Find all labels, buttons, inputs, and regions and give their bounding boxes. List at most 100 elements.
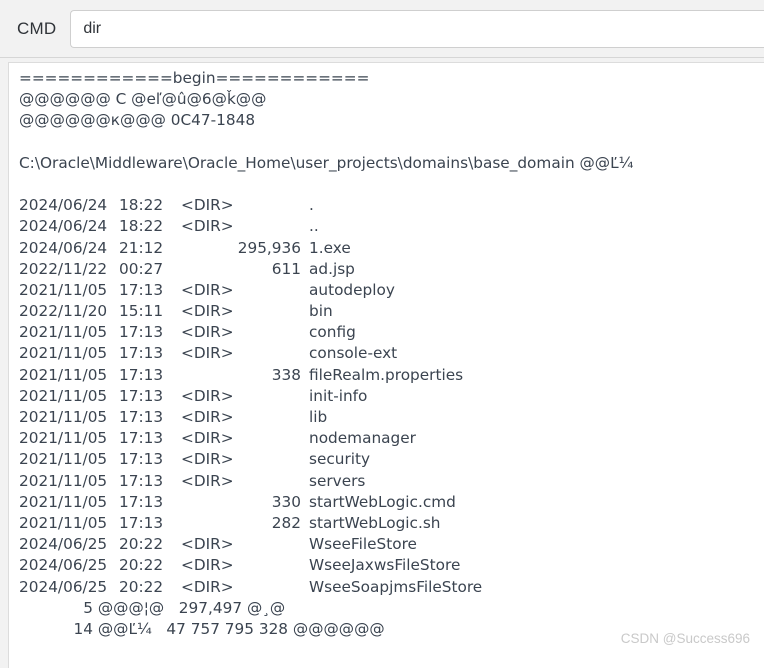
entry-date: 2024/06/24 [19, 217, 108, 236]
entry-date: 2021/11/05 [19, 365, 108, 384]
entry-date: 2021/11/05 [19, 408, 108, 426]
summary-dirs-line-label: @@Ľ¼ [93, 619, 152, 638]
entry-size: 611 [271, 259, 301, 278]
entry-time: 17:13 [119, 471, 164, 490]
entry-name: bin [309, 302, 333, 321]
summary-files-line: 5 @@@¦@ 297,497 @¸@ [19, 598, 764, 619]
csdn-watermark: CSDN @Success696 [620, 631, 750, 646]
directory-entry-row: 2024/06/25 20:22 <DIR> WseeFileStore [19, 534, 764, 555]
output-spacer-line-2 [19, 174, 764, 195]
entry-name: config [309, 323, 356, 342]
directory-entry-row: 2021/11/05 17:13 <DIR> security [19, 449, 764, 470]
summary-dirs-line-unit: @@@@@@ [288, 619, 385, 638]
entry-date: 2021/11/05 [19, 323, 108, 342]
entry-dir-marker: <DIR> [181, 323, 234, 342]
entry-size: 330 [271, 492, 301, 511]
entry-time: 20:22 [119, 556, 164, 575]
directory-entry-row: 2021/11/05 17:13 <DIR> lib [19, 407, 764, 428]
entry-dir-marker: <DIR> [181, 217, 234, 236]
entry-name: 1.exe [309, 238, 351, 257]
entry-name: .. [309, 217, 319, 236]
command-output-text: ============begin============ @@@@@@ C @e… [9, 63, 764, 640]
summary-files-line-count: 5 [83, 598, 93, 617]
entry-dir-marker: <DIR> [181, 280, 234, 299]
entry-time: 17:13 [119, 344, 164, 363]
entry-date: 2024/06/25 [19, 535, 108, 554]
output-banner-line: ============begin============ [19, 69, 370, 87]
command-output-panel[interactable]: ============begin============ @@@@@@ C @e… [8, 62, 764, 668]
entry-date: 2021/11/05 [19, 280, 108, 299]
entry-dir-marker: <DIR> [181, 408, 234, 426]
directory-entry-row: 2022/11/20 15:11 <DIR> bin [19, 301, 764, 322]
entry-date: 2022/11/22 [19, 259, 108, 278]
entry-name: fileRealm.properties [309, 365, 464, 384]
entry-date: 2021/11/05 [19, 344, 108, 363]
directory-entry-row: 2024/06/25 20:22 <DIR> WseeJaxwsFileStore [19, 555, 764, 576]
entry-name: . [309, 196, 314, 215]
directory-entry-row: 2021/11/05 17:13 <DIR> init-info [19, 386, 764, 407]
entry-time: 17:13 [119, 386, 164, 405]
directory-entry-row: 2024/06/25 20:22 <DIR> WseeSoapjmsFileStore [19, 577, 764, 598]
directory-entry-row: 2024/06/24 18:22 <DIR>. [19, 195, 764, 216]
entry-name: lib [309, 408, 328, 426]
entry-dir-marker: <DIR> [181, 302, 234, 321]
entry-dir-marker: <DIR> [181, 386, 234, 405]
entry-date: 2024/06/24 [19, 238, 108, 257]
entry-time: 18:22 [119, 217, 164, 236]
entry-name: WseeSoapjmsFileStore [309, 577, 483, 596]
entry-name: WseeJaxwsFileStore [309, 556, 461, 575]
entry-dir-marker: <DIR> [181, 535, 234, 554]
entry-size: 295,936 [237, 238, 301, 257]
entry-time: 18:22 [119, 196, 164, 215]
entry-time: 17:13 [119, 408, 164, 426]
summary-dirs-line-count: 14 [73, 619, 93, 638]
directory-entry-row: 2021/11/05 17:13 <DIR> config [19, 322, 764, 343]
entry-time: 20:22 [119, 535, 164, 554]
entry-dir-marker: <DIR> [181, 577, 234, 596]
directory-entry-row: 2021/11/05 17:13 <DIR> servers [19, 471, 764, 492]
entry-date: 2021/11/05 [19, 386, 108, 405]
entry-date: 2024/06/25 [19, 577, 108, 596]
entry-name: init-info [309, 386, 368, 405]
entry-name: ad.jsp [309, 259, 355, 278]
entry-time: 17:13 [119, 280, 164, 299]
entry-time: 15:11 [119, 302, 164, 321]
entry-name: servers [309, 471, 366, 490]
entry-name: startWebLogic.cmd [309, 492, 456, 511]
entry-time: 17:13 [119, 492, 164, 511]
output-spacer-line-1 [19, 132, 764, 153]
directory-entry-row: 2024/06/24 18:22 <DIR>.. [19, 216, 764, 237]
directory-entry-row: 2021/11/05 17:13 330 startWebLogic.cmd [19, 492, 764, 513]
summary-files-line-unit: @¸@ [242, 598, 286, 617]
summary-files-line-label: @@@¦@ [93, 598, 165, 617]
entry-size: 338 [271, 365, 301, 384]
output-volume-serial-line: @@@@@@к@@@ 0C47-1848 [19, 111, 256, 130]
directory-entry-row: 2021/11/05 17:13 <DIR> console-ext [19, 343, 764, 364]
directory-entry-row: 2022/11/22 00:27 611 ad.jsp [19, 259, 764, 280]
entry-time: 17:13 [119, 429, 164, 448]
entry-name: security [309, 450, 371, 469]
directory-entry-row: 2021/11/05 17:13 <DIR> autodeploy [19, 280, 764, 301]
entry-date: 2021/11/05 [19, 429, 108, 448]
cmd-tool-window: CMD ============begin============ @@@@@@ … [0, 0, 764, 668]
summary-dirs-line-bytes: 47 757 795 328 [151, 619, 289, 638]
entry-time: 20:22 [119, 577, 164, 596]
summary-files-line-bytes: 297,497 [164, 598, 243, 617]
entry-date: 2024/06/24 [19, 196, 108, 215]
entry-name: console-ext [309, 344, 398, 363]
entry-time: 17:13 [119, 323, 164, 342]
entry-dir-marker: <DIR> [181, 471, 234, 490]
directory-entry-row: 2021/11/05 17:13 282 startWebLogic.sh [19, 513, 764, 534]
entry-time: 17:13 [119, 450, 164, 469]
output-path-line: C:\Oracle\Middleware\Oracle_Home\user_pr… [19, 153, 634, 172]
entry-time: 21:12 [119, 238, 164, 257]
entry-name: WseeFileStore [309, 535, 417, 554]
entry-dir-marker: <DIR> [181, 556, 234, 575]
entry-date: 2021/11/05 [19, 492, 108, 511]
entry-dir-marker: <DIR> [181, 196, 234, 215]
entry-date: 2021/11/05 [19, 513, 108, 532]
command-input[interactable] [70, 9, 764, 48]
entry-size: 282 [271, 513, 301, 532]
entry-name: nodemanager [309, 429, 416, 448]
entry-time: 17:13 [119, 365, 164, 384]
